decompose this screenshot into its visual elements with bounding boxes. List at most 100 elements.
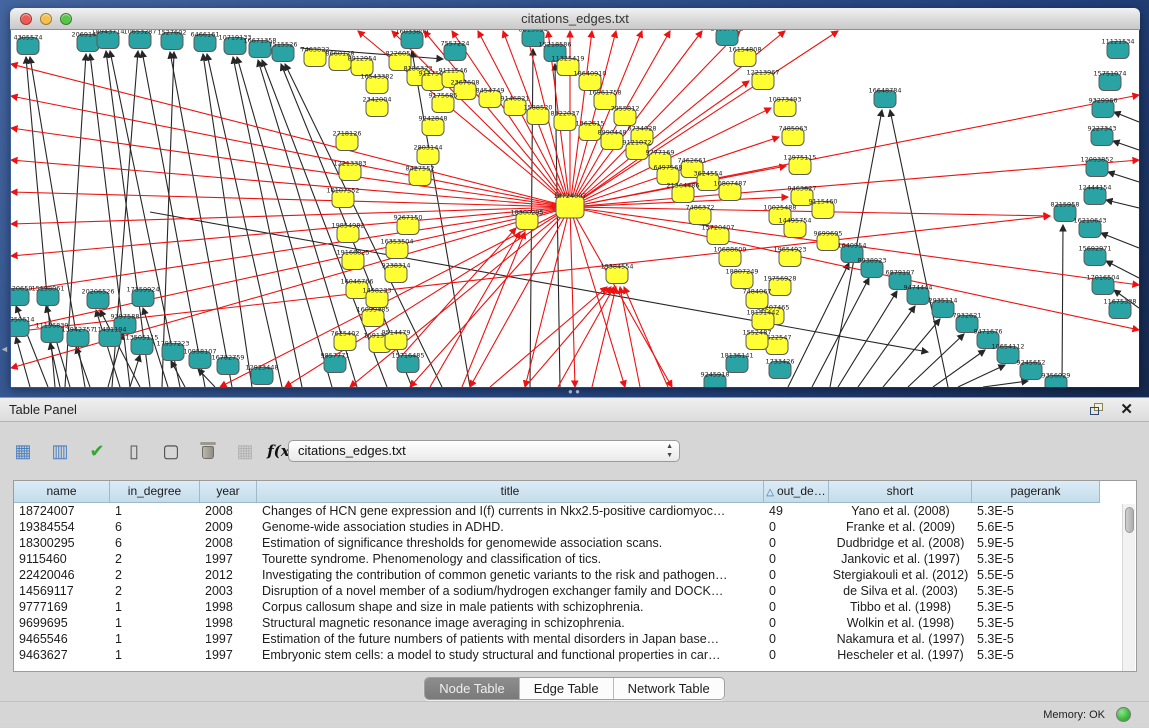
cell-short[interactable]: Jankovic et al. (1997) xyxy=(829,551,972,567)
graph-node[interactable]: 9699695 xyxy=(814,230,843,251)
table-selector-dropdown[interactable]: citations_edges.txt ▲▼ xyxy=(288,440,680,462)
graph-node[interactable]: 17016504 xyxy=(1086,274,1119,295)
cell-short[interactable]: Tibbo et al. (1998) xyxy=(829,599,972,615)
graph-node[interactable]: 7557224 xyxy=(441,40,470,61)
close-panel-icon[interactable]: ✕ xyxy=(1120,400,1133,418)
graph-node[interactable]: 1527602 xyxy=(158,30,187,50)
cell-pagerank[interactable]: 5.3E-5 xyxy=(972,647,1100,663)
cell-name[interactable]: 18724007 xyxy=(14,503,110,519)
graph-node[interactable]: 1498233 xyxy=(363,287,392,308)
network-window-titlebar[interactable]: citations_edges.txt xyxy=(10,8,1140,30)
graph-node[interactable]: 7484067 xyxy=(743,288,772,309)
graph-node[interactable]: 20206526 xyxy=(81,288,114,309)
cell-short[interactable]: Stergiakouli et al. (2012) xyxy=(829,567,972,583)
network-canvas[interactable]: 4305574206914061894371410653287152760264… xyxy=(11,30,1139,387)
memory-status-icon[interactable] xyxy=(1116,707,1131,722)
cell-title[interactable]: Structural magnetic resonance image aver… xyxy=(257,615,764,631)
graph-node[interactable]: 16543382 xyxy=(360,73,393,94)
cell-year[interactable]: 1997 xyxy=(200,551,257,567)
table-row[interactable]: 1872400712008Changes of HCN gene express… xyxy=(14,503,1136,519)
cell-pagerank[interactable]: 5.9E-5 xyxy=(972,535,1100,551)
graph-node[interactable]: 7485063 xyxy=(779,125,808,146)
cell-pagerank[interactable]: 5.3E-5 xyxy=(972,631,1100,647)
cell-pagerank[interactable]: 5.3E-5 xyxy=(972,503,1100,519)
cell-in_degree[interactable]: 2 xyxy=(110,567,200,583)
edge[interactable] xyxy=(624,287,668,387)
panel-collapse-handle[interactable]: ◄ xyxy=(0,342,7,356)
graph-node[interactable]: 15716485 xyxy=(391,352,424,373)
graph-node[interactable]: 1588520 xyxy=(524,104,553,125)
select-all-icon[interactable]: ✔ xyxy=(84,438,110,464)
cell-title[interactable]: Disruption of a novel member of a sodium… xyxy=(257,583,764,599)
edge[interactable] xyxy=(1106,200,1139,208)
graph-node[interactable]: 7486372 xyxy=(686,204,715,225)
cell-year[interactable]: 2009 xyxy=(200,519,257,535)
graph-node[interactable]: 9267150 xyxy=(394,214,423,235)
edge[interactable] xyxy=(858,306,915,387)
table-row[interactable]: 1456911722003Disruption of a novel membe… xyxy=(14,583,1136,599)
cell-short[interactable]: Franke et al. (2009) xyxy=(829,519,972,535)
graph-node[interactable]: 11675338 xyxy=(1103,298,1136,319)
cell-in_degree[interactable]: 1 xyxy=(110,503,200,519)
column-header-name[interactable]: name xyxy=(14,481,110,503)
edge[interactable] xyxy=(16,337,30,387)
cell-title[interactable]: Investigating the contribution of common… xyxy=(257,567,764,583)
cell-in_degree[interactable]: 1 xyxy=(110,647,200,663)
column-header-short[interactable]: short xyxy=(829,481,972,503)
cell-pagerank[interactable]: 5.3E-5 xyxy=(972,551,1100,567)
splitter-handle[interactable]: ● ● xyxy=(566,389,582,395)
edge[interactable] xyxy=(958,365,1005,387)
cell-in_degree[interactable]: 1 xyxy=(110,599,200,615)
cell-pagerank[interactable]: 5.3E-5 xyxy=(972,583,1100,599)
table-row[interactable]: 2242004622012Investigating the contribut… xyxy=(14,567,1136,583)
column-header-year[interactable]: year xyxy=(200,481,257,503)
graph-node[interactable]: 4305574 xyxy=(14,34,43,55)
edge[interactable] xyxy=(890,110,948,387)
graph-node[interactable]: 13505115 xyxy=(125,334,158,355)
graph-node[interactable]: 9857771 xyxy=(321,352,350,373)
graph-node[interactable]: 9329966 xyxy=(1089,97,1118,118)
graph-node[interactable]: 13942757 xyxy=(61,326,94,347)
tab-node-table[interactable]: Node Table xyxy=(425,678,520,699)
cell-name[interactable]: 9465546 xyxy=(14,631,110,647)
edge[interactable] xyxy=(908,334,964,387)
cell-out_de[interactable]: 0 xyxy=(764,583,829,599)
cell-title[interactable]: Estimation of the future numbers of pati… xyxy=(257,631,764,647)
graph-node[interactable]: 18807249 xyxy=(725,268,758,289)
edge[interactable] xyxy=(1108,172,1139,182)
cell-year[interactable]: 1997 xyxy=(200,631,257,647)
edge[interactable] xyxy=(570,207,625,387)
graph-node[interactable]: 10973493 xyxy=(768,96,801,117)
graph-node[interactable]: 12213967 xyxy=(746,69,779,90)
cell-out_de[interactable]: 0 xyxy=(764,535,829,551)
edge[interactable] xyxy=(470,207,570,387)
column-header-pagerank[interactable]: pagerank xyxy=(972,481,1100,503)
graph-node[interactable]: 10688609 xyxy=(713,246,746,267)
graph-node[interactable]: 7955812 xyxy=(611,105,640,126)
cell-in_degree[interactable]: 2 xyxy=(110,551,200,567)
graph-node[interactable]: 12093852 xyxy=(1080,156,1113,177)
table-row[interactable]: 1830029562008Estimation of significance … xyxy=(14,535,1136,551)
edge[interactable] xyxy=(983,381,1028,387)
edge[interactable] xyxy=(11,207,570,224)
cell-out_de[interactable]: 0 xyxy=(764,567,829,583)
table-row[interactable]: 946554611997Estimation of the future num… xyxy=(14,631,1136,647)
graph-node[interactable]: 15751074 xyxy=(1093,70,1126,91)
graph-node[interactable]: 2803144 xyxy=(414,144,443,165)
new-table-icon[interactable]: ▢ xyxy=(158,438,184,464)
edge[interactable] xyxy=(410,207,570,387)
cell-title[interactable]: Tourette syndrome. Phenomenology and cla… xyxy=(257,551,764,567)
graph-node[interactable]: 2620659 xyxy=(11,285,32,306)
graph-node[interactable]: 16782759 xyxy=(211,354,244,375)
cell-in_degree[interactable]: 2 xyxy=(110,583,200,599)
citation-graph[interactable]: 4305574206914061894371410653287152760264… xyxy=(11,30,1139,387)
graph-node[interactable]: 9238314 xyxy=(382,262,411,283)
graph-node[interactable]: 19654923 xyxy=(773,246,806,267)
show-columns-icon[interactable]: ▥ xyxy=(47,438,73,464)
cell-out_de[interactable]: 49 xyxy=(764,503,829,519)
cell-pagerank[interactable]: 5.5E-5 xyxy=(972,567,1100,583)
graph-node[interactable]: 10653287 xyxy=(123,30,156,49)
graph-node[interactable]: 19384554 xyxy=(600,263,633,284)
cell-title[interactable]: Embryonic stem cells: a model to study s… xyxy=(257,647,764,663)
cell-pagerank[interactable]: 5.3E-5 xyxy=(972,599,1100,615)
